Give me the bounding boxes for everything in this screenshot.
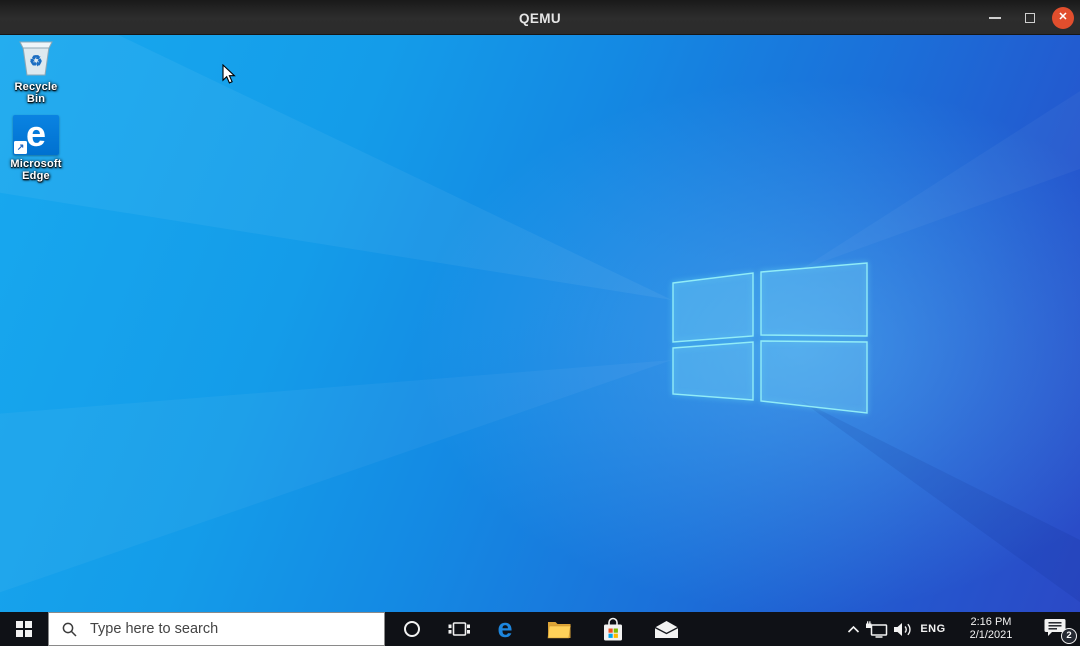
taskbar-search[interactable] <box>48 612 385 646</box>
close-button[interactable]: ✕ <box>1052 6 1074 29</box>
windows-start-icon <box>15 620 33 638</box>
taskbar-file-explorer-button[interactable] <box>537 612 581 646</box>
tray-language-indicator[interactable]: ENG <box>916 612 950 646</box>
notification-badge: 2 <box>1061 628 1077 644</box>
tray-clock[interactable]: 2:16 PM 2/1/2021 <box>960 612 1022 646</box>
recycle-bin-icon: ♻ <box>19 41 53 76</box>
tray-network-button[interactable] <box>863 612 889 646</box>
tray-show-hidden-icons[interactable] <box>843 612 863 646</box>
qemu-window: QEMU ✕ ♻ Recycle Bin e ↗ Microsoft Edge … <box>0 0 1080 646</box>
taskbar: e <box>0 612 1080 646</box>
ethernet-network-icon <box>865 620 887 638</box>
mail-icon <box>654 620 678 638</box>
cortana-icon <box>404 621 420 637</box>
clock-time: 2:16 PM <box>970 616 1012 628</box>
shortcut-arrow-icon: ↗ <box>14 141 27 154</box>
notification-count: 2 <box>1066 630 1072 642</box>
taskbar-store-button[interactable] <box>591 612 635 646</box>
language-label: ENG <box>920 623 946 635</box>
taskbar-mail-button[interactable] <box>644 612 688 646</box>
recycle-symbol: ♻ <box>29 53 42 70</box>
taskbar-cortana-button[interactable] <box>390 612 434 646</box>
desktop-icon-label: Microsoft Edge <box>10 158 62 182</box>
maximize-icon <box>1025 12 1035 23</box>
titlebar[interactable]: QEMU ✕ <box>0 0 1080 35</box>
desktop-icon-label: Recycle Bin <box>14 81 58 105</box>
windows-wallpaper-logo <box>0 35 1080 603</box>
desktop-icon-microsoft-edge[interactable]: e ↗ Microsoft Edge <box>7 115 65 182</box>
window-title: QEMU <box>518 11 562 26</box>
edge-icon: e <box>497 612 513 643</box>
start-button[interactable] <box>0 612 48 646</box>
clock-date: 2/1/2021 <box>969 629 1013 641</box>
maximize-button[interactable] <box>1017 5 1043 31</box>
window-controls: ✕ <box>982 0 1074 35</box>
search-input[interactable] <box>88 620 384 638</box>
speaker-icon <box>894 622 911 636</box>
edge-tile-icon: e ↗ <box>13 115 59 155</box>
taskbar-edge-button[interactable]: e <box>483 612 527 646</box>
chevron-up-icon <box>847 625 859 633</box>
store-icon <box>604 617 622 640</box>
close-icon: ✕ <box>1058 11 1068 23</box>
search-icon <box>62 622 77 637</box>
action-center-button[interactable]: 2 <box>1038 612 1078 646</box>
file-explorer-icon <box>547 622 571 639</box>
task-view-icon <box>448 622 470 636</box>
desktop-icon-recycle-bin[interactable]: ♻ Recycle Bin <box>4 38 68 105</box>
tray-volume-button[interactable] <box>890 612 916 646</box>
minimize-icon <box>989 16 1001 19</box>
taskbar-task-view-button[interactable] <box>437 612 481 646</box>
desktop[interactable]: ♻ Recycle Bin e ↗ Microsoft Edge <box>0 35 1080 612</box>
edge-logo-glyph: e <box>25 112 47 154</box>
minimize-button[interactable] <box>982 5 1008 31</box>
